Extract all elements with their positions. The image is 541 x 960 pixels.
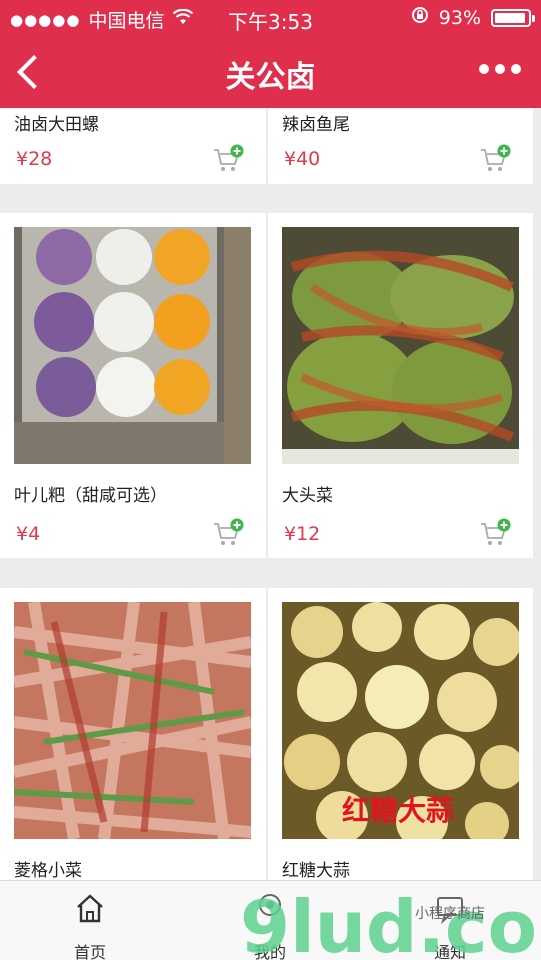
- product-card[interactable]: 叶儿粑（甜咸可选） ¥4: [0, 213, 266, 558]
- product-name: 大头菜: [282, 486, 333, 506]
- product-card[interactable]: 大头菜 ¥12: [268, 213, 533, 558]
- product-card[interactable]: 油卤大田螺 ¥28: [0, 108, 266, 184]
- product-image[interactable]: 红糖大蒜: [282, 602, 524, 848]
- add-to-cart-button[interactable]: [212, 144, 244, 174]
- watermark-logo: 9lud.com 小程序商店: [240, 890, 540, 960]
- dot-icon: [511, 64, 521, 74]
- add-to-cart-button[interactable]: [479, 144, 511, 174]
- product-card[interactable]: 红糖大蒜 红糖大蒜: [268, 588, 533, 880]
- cart-icon: [481, 144, 511, 171]
- garlic-photo: 红糖大蒜: [282, 602, 524, 848]
- product-price: ¥40: [284, 148, 321, 170]
- product-name: 叶儿粑（甜咸可选）: [14, 486, 167, 506]
- product-grid: 油卤大田螺 ¥28 辣卤鱼尾 ¥40 叶儿粑（甜咸可选） ¥4 大头菜 ¥12 …: [0, 108, 541, 880]
- battery-icon: [491, 8, 535, 27]
- product-price: ¥4: [16, 523, 41, 545]
- dot-icon: [495, 64, 505, 74]
- garlic-overlay-text: 红糖大蒜: [342, 794, 454, 827]
- product-name: 辣卤鱼尾: [282, 115, 350, 135]
- watermark-brand: 9lud.com: [240, 890, 540, 960]
- more-menu-button[interactable]: [479, 64, 521, 74]
- nav-bar: 关公卤: [0, 36, 541, 108]
- home-icon: [75, 893, 105, 925]
- dot-icon: [479, 64, 489, 74]
- page-title: 关公卤: [225, 60, 316, 95]
- battery-percent: 93%: [438, 6, 481, 29]
- cart-icon: [214, 144, 244, 171]
- tab-home[interactable]: 首页: [0, 881, 180, 960]
- rice-cake-photo: [14, 227, 251, 464]
- add-to-cart-button[interactable]: [212, 518, 244, 548]
- product-name: 油卤大田螺: [14, 115, 99, 135]
- product-price: ¥28: [16, 148, 53, 170]
- app-header: ●●●●● 中国电信 下午3:53 93% 关公卤: [0, 0, 541, 108]
- product-image[interactable]: [14, 227, 251, 464]
- pickled-mustard-photo: [282, 227, 519, 464]
- product-image[interactable]: [282, 227, 519, 464]
- status-bar: ●●●●● 中国电信 下午3:53 93%: [0, 0, 541, 36]
- cart-icon: [481, 518, 511, 545]
- product-card[interactable]: 菱格小菜: [0, 588, 266, 880]
- pickled-vegetable-photo: [12, 601, 253, 840]
- product-image[interactable]: [12, 601, 253, 840]
- product-price: ¥12: [284, 523, 321, 545]
- add-to-cart-button[interactable]: [479, 518, 511, 548]
- product-card[interactable]: 辣卤鱼尾 ¥40: [268, 108, 533, 184]
- cart-icon: [214, 518, 244, 545]
- watermark-subtitle: 小程序商店: [415, 906, 485, 922]
- tab-label: 首页: [73, 943, 106, 960]
- product-name: 菱格小菜: [14, 861, 82, 880]
- rotation-lock-icon: [411, 6, 429, 29]
- product-name: 红糖大蒜: [282, 861, 350, 880]
